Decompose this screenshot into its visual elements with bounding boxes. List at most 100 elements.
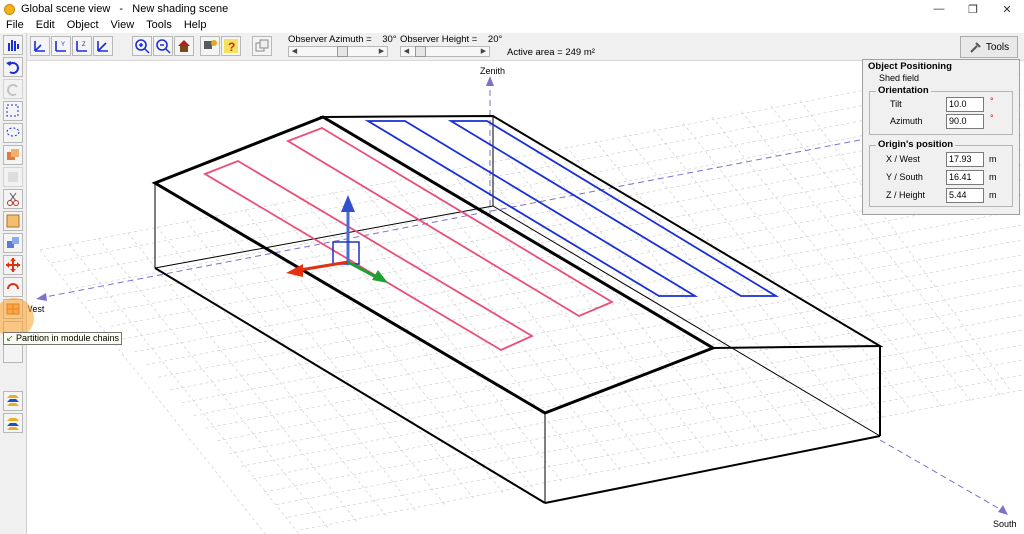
copy-object-icon[interactable]: [3, 145, 23, 165]
observer-height-track[interactable]: ◀ ▶: [400, 46, 490, 57]
shed-building[interactable]: [151, 114, 884, 504]
grid-line: [653, 128, 885, 420]
grid-line: [127, 232, 358, 523]
grid-line: [361, 186, 592, 477]
menu-help[interactable]: Help: [178, 19, 213, 31]
menu-view[interactable]: View: [105, 19, 141, 31]
view-xy-icon[interactable]: Y: [51, 36, 71, 56]
select-rectangle-icon[interactable]: [3, 101, 23, 121]
orientation-title: Orientation: [876, 85, 931, 96]
panel-subtitle: Shed field: [879, 73, 920, 83]
grid-line: [98, 238, 329, 529]
rotate-object-icon[interactable]: [3, 277, 23, 297]
tilt-input[interactable]: 10.0: [946, 97, 984, 112]
panel-title: Object Positioning: [868, 61, 952, 72]
azimuth-label: Azimuth: [890, 116, 923, 126]
azimuth-input[interactable]: 90.0: [946, 114, 984, 129]
layers-icon[interactable]: [3, 391, 23, 411]
building-edge: [492, 205, 881, 437]
disabled-tool-icon[interactable]: [3, 167, 23, 187]
menu-object[interactable]: Object: [61, 19, 105, 31]
help-icon[interactable]: ?: [221, 36, 241, 56]
slider-left-arrow-icon[interactable]: ◀: [401, 47, 412, 56]
south-axis: [879, 439, 1006, 513]
grid-line: [217, 284, 1024, 442]
roof-back-slope[interactable]: [319, 114, 884, 350]
tooltip: ↙ Partition in module chains: [3, 332, 123, 345]
app-icon: [4, 3, 15, 15]
x-west-label: X / West: [886, 154, 920, 164]
zoom-in-icon[interactable]: [132, 36, 152, 56]
undo-icon[interactable]: [3, 57, 23, 77]
home-view-icon[interactable]: [174, 36, 194, 56]
active-area-readout: Active area = 249 m²: [507, 47, 595, 58]
slider-right-arrow-icon[interactable]: ▶: [478, 47, 489, 56]
building-edge: [154, 267, 546, 504]
grid-line: [229, 299, 1024, 454]
building-edge: [154, 205, 494, 269]
z-height-input[interactable]: 5.44: [946, 188, 984, 203]
origin-position-group: Origin's position X / West 17.93 m Y / S…: [869, 139, 1013, 207]
close-button[interactable]: ✕: [990, 0, 1024, 18]
gizmo-south-arrow-icon[interactable]: [372, 270, 388, 283]
title-bar: Global scene view - New shading scene — …: [0, 0, 1024, 18]
left-toolbar: [0, 33, 27, 534]
grid-line: [273, 203, 505, 495]
grid-line: [39, 249, 266, 534]
observer-height-label: Observer Height = 20°: [400, 34, 503, 45]
object-properties-icon[interactable]: [3, 211, 23, 231]
menu-bar: File Edit Object View Tools Help: [0, 18, 1024, 32]
tilt-degree-mark: °: [990, 96, 994, 106]
observer-height-slider[interactable]: Observer Height = 20° ◀ ▶: [400, 34, 503, 57]
minimize-button[interactable]: —: [922, 0, 956, 18]
move-object-icon[interactable]: [3, 255, 23, 275]
grid-line: [252, 329, 1024, 480]
empty-tool-slot[interactable]: [3, 343, 23, 363]
tools-icon: [970, 41, 981, 53]
grid-line: [156, 226, 388, 518]
view-xz-icon[interactable]: Z: [72, 36, 92, 56]
slider-right-arrow-icon[interactable]: ▶: [376, 47, 387, 56]
view-3d-axes-icon[interactable]: [30, 36, 50, 56]
menu-file[interactable]: File: [0, 19, 30, 31]
shed-field-4[interactable]: [447, 120, 780, 297]
svg-text:Y: Y: [61, 42, 65, 48]
window-title: Global scene view - New shading scene: [21, 3, 229, 15]
slider-left-arrow-icon[interactable]: ◀: [289, 47, 300, 56]
observer-height-thumb[interactable]: [415, 46, 426, 57]
svg-text:?: ?: [228, 40, 235, 54]
x-west-input[interactable]: 17.93: [946, 152, 984, 167]
redo-icon[interactable]: [3, 79, 23, 99]
copy-view-icon[interactable]: [252, 36, 272, 56]
observer-azimuth-track[interactable]: ◀ ▶: [288, 46, 388, 57]
west-arrow-icon: [36, 293, 47, 301]
move-gizmo[interactable]: [286, 195, 388, 283]
pan-hand-icon[interactable]: [3, 35, 23, 55]
tools-button[interactable]: Tools: [960, 36, 1018, 58]
zoom-out-icon[interactable]: [153, 36, 173, 56]
orientation-group: Orientation Tilt 10.0 ° Azimuth 90.0 °: [869, 85, 1013, 135]
origin-title: Origin's position: [876, 139, 956, 150]
shading-animation-icon[interactable]: [200, 36, 220, 56]
y-south-label: Y / South: [886, 172, 923, 182]
view-yz-icon[interactable]: [93, 36, 113, 56]
gizmo-up-arrow-icon[interactable]: [341, 195, 355, 212]
menu-edit[interactable]: Edit: [30, 19, 61, 31]
building-edge: [544, 435, 881, 504]
layers-stack-icon[interactable]: [3, 413, 23, 433]
cursor-icon: ↙: [6, 333, 14, 343]
zenith-label: Zenith: [480, 66, 505, 76]
cut-object-icon[interactable]: [3, 189, 23, 209]
tooltip-text: Partition in module chains: [16, 333, 120, 343]
maximize-button[interactable]: ❐: [956, 0, 990, 18]
azimuth-degree-mark: °: [990, 113, 994, 123]
observer-azimuth-thumb[interactable]: [337, 46, 348, 57]
z-unit: m: [989, 190, 997, 200]
grid-line: [288, 374, 1024, 518]
group-objects-icon[interactable]: [3, 233, 23, 253]
select-lasso-icon[interactable]: [3, 123, 23, 143]
menu-tools[interactable]: Tools: [140, 19, 178, 31]
observer-azimuth-slider[interactable]: Observer Azimuth = 30° ◀ ▶: [288, 34, 397, 57]
svg-text:Z: Z: [82, 42, 86, 48]
y-south-input[interactable]: 16.41: [946, 170, 984, 185]
